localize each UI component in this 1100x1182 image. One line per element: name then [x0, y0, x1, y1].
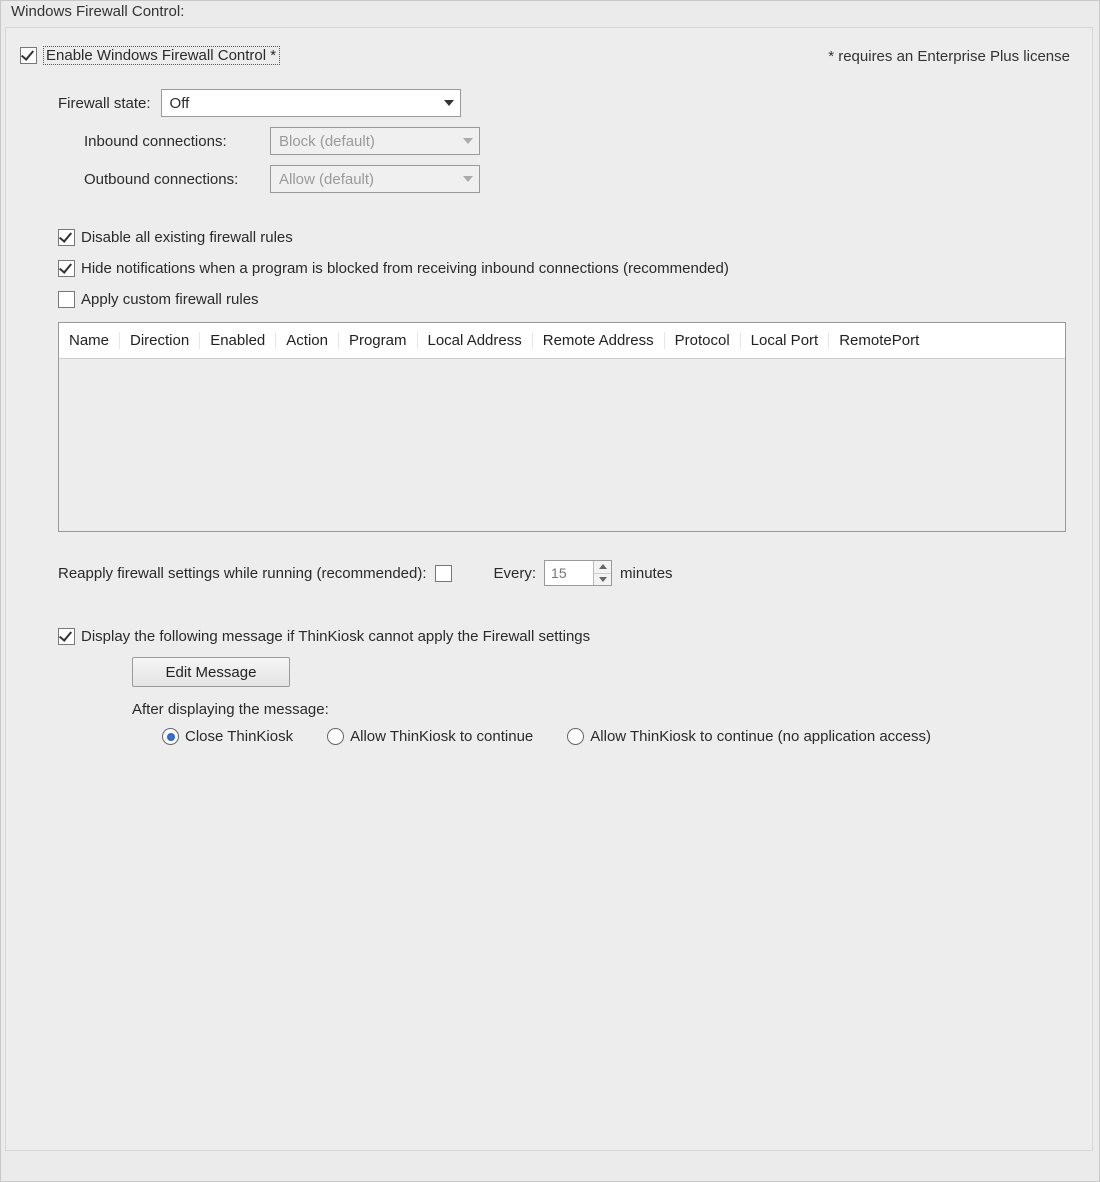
display-message-row: Display the following message if ThinKio… [58, 628, 1078, 645]
options-block: Disable all existing firewall rules Hide… [58, 229, 1078, 308]
reapply-row: Reapply firewall settings while running … [58, 560, 1078, 586]
radio-close-thinkiosk[interactable]: Close ThinKiosk [162, 728, 293, 745]
every-label: Every: [494, 565, 537, 582]
inbound-combo: Block (default) [270, 127, 480, 155]
minutes-unit: minutes [620, 565, 673, 582]
hide-notifications-label[interactable]: Hide notifications when a program is blo… [81, 260, 729, 277]
th-direction[interactable]: Direction [120, 332, 200, 349]
radio-close-label: Close ThinKiosk [185, 728, 293, 745]
license-note: * requires an Enterprise Plus license [828, 48, 1070, 65]
radio-continue-label: Allow ThinKiosk to continue [350, 728, 533, 745]
disable-rules-label[interactable]: Disable all existing firewall rules [81, 229, 293, 246]
radio-close-icon[interactable] [162, 728, 179, 745]
apply-custom-label[interactable]: Apply custom firewall rules [81, 291, 259, 308]
th-remoteaddress[interactable]: Remote Address [533, 332, 665, 349]
display-message-label[interactable]: Display the following message if ThinKio… [81, 628, 590, 645]
firewall-state-value: Off [170, 95, 190, 112]
edit-message-label: Edit Message [166, 664, 257, 681]
panel-body: Enable Windows Firewall Control * * requ… [5, 27, 1093, 1151]
chevron-down-icon [463, 138, 473, 144]
chevron-down-icon [599, 577, 607, 582]
firewall-state-row: Firewall state: Off [58, 89, 1078, 117]
chevron-down-icon [463, 176, 473, 182]
radio-allow-continue-noapp[interactable]: Allow ThinKiosk to continue (no applicat… [567, 728, 931, 745]
chevron-up-icon [599, 564, 607, 569]
th-name[interactable]: Name [59, 332, 120, 349]
spinner-buttons[interactable] [593, 561, 611, 585]
radio-allow-continue[interactable]: Allow ThinKiosk to continue [327, 728, 533, 745]
message-block: Display the following message if ThinKio… [58, 628, 1078, 745]
spin-down[interactable] [594, 574, 611, 586]
minutes-spinner[interactable]: 15 [544, 560, 612, 586]
apply-custom-checkbox[interactable] [58, 291, 75, 308]
firewall-state-combo[interactable]: Off [161, 89, 461, 117]
outbound-row: Outbound connections: Allow (default) [84, 165, 1078, 193]
spin-up[interactable] [594, 561, 611, 574]
th-protocol[interactable]: Protocol [665, 332, 741, 349]
inbound-row: Inbound connections: Block (default) [84, 127, 1078, 155]
reapply-checkbox[interactable] [435, 565, 452, 582]
enable-label[interactable]: Enable Windows Firewall Control * [46, 47, 276, 64]
apply-custom-row: Apply custom firewall rules [58, 291, 1078, 308]
th-localaddress[interactable]: Local Address [418, 332, 533, 349]
enable-focus-ring: Enable Windows Firewall Control * [43, 46, 280, 65]
hide-notifications-row: Hide notifications when a program is blo… [58, 260, 1078, 277]
outbound-value: Allow (default) [279, 171, 374, 188]
th-action[interactable]: Action [276, 332, 339, 349]
firewall-state-label: Firewall state: [58, 95, 151, 112]
outbound-label: Outbound connections: [84, 171, 264, 188]
inbound-value: Block (default) [279, 133, 375, 150]
inbound-label: Inbound connections: [84, 133, 264, 150]
th-localport[interactable]: Local Port [741, 332, 830, 349]
chevron-down-icon [444, 100, 454, 106]
minutes-value: 15 [551, 565, 567, 581]
disable-rules-checkbox[interactable] [58, 229, 75, 246]
radio-continue-icon[interactable] [327, 728, 344, 745]
after-displaying-label: After displaying the message: [132, 701, 329, 718]
th-program[interactable]: Program [339, 332, 418, 349]
th-enabled[interactable]: Enabled [200, 332, 276, 349]
hide-notifications-checkbox[interactable] [58, 260, 75, 277]
rules-table[interactable]: Name Direction Enabled Action Program Lo… [58, 322, 1066, 532]
after-action-radios: Close ThinKiosk Allow ThinKiosk to conti… [162, 728, 1078, 745]
enable-checkbox[interactable] [20, 47, 37, 64]
outbound-combo: Allow (default) [270, 165, 480, 193]
reapply-label: Reapply firewall settings while running … [58, 565, 427, 582]
after-displaying-block: After displaying the message: Close Thin… [132, 701, 1078, 745]
rules-table-header: Name Direction Enabled Action Program Lo… [59, 323, 1065, 359]
radio-continue-noapp-icon[interactable] [567, 728, 584, 745]
disable-rules-row: Disable all existing firewall rules [58, 229, 1078, 246]
display-message-checkbox[interactable] [58, 628, 75, 645]
edit-message-button[interactable]: Edit Message [132, 657, 290, 687]
firewall-panel: Windows Firewall Control: Enable Windows… [0, 0, 1100, 1182]
firewall-state-group: Firewall state: Off Inbound connections:… [58, 89, 1078, 193]
radio-continue-noapp-label: Allow ThinKiosk to continue (no applicat… [590, 728, 931, 745]
th-remoteport[interactable]: RemotePort [829, 332, 1065, 349]
panel-title: Windows Firewall Control: [11, 3, 184, 20]
